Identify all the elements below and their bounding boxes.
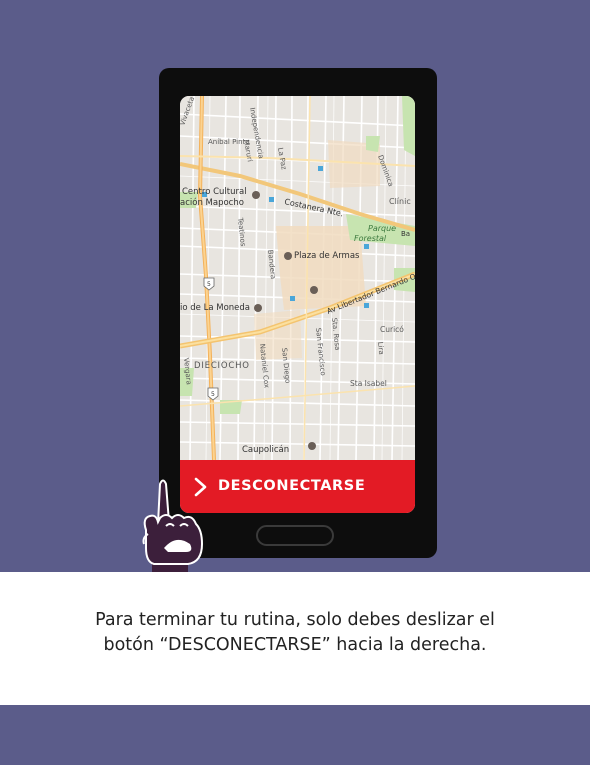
city-map[interactable]: Aníbal Pinto Vivaceta Independencia Maru… [180,96,415,460]
svg-text:Plaza de Armas: Plaza de Armas [294,251,360,261]
svg-text:5: 5 [207,281,211,288]
pointing-hand-icon [142,479,204,574]
svg-text:Parque: Parque [368,224,396,233]
svg-text:ación Mapocho: ación Mapocho [180,197,244,208]
instruction-panel: Para terminar tu rutina, solo debes desl… [0,572,590,705]
svg-text:Ba: Ba [401,230,410,238]
svg-text:Clínic: Clínic [389,197,411,206]
svg-text:Centro Cultural: Centro Cultural [182,187,247,197]
phone-screen: Aníbal Pinto Vivaceta Independencia Maru… [180,96,415,513]
svg-text:Caupolicán: Caupolicán [242,445,289,455]
disconnect-label: DESCONECTARSE [218,478,366,494]
instruction-text: Para terminar tu rutina, solo debes desl… [40,608,550,658]
svg-text:Sta Isabel: Sta Isabel [350,379,387,388]
disconnect-slider-button[interactable]: DESCONECTARSE [180,460,415,513]
svg-text:Forestal: Forestal [354,234,387,243]
footer-band [0,705,590,765]
instruction-line-2: botón “DESCONECTARSE” hacia la derecha. [103,635,487,655]
svg-text:Curicó: Curicó [380,325,404,334]
svg-text:Lira: Lira [376,341,385,355]
svg-text:DIECIOCHO: DIECIOCHO [194,361,250,371]
svg-text:5: 5 [211,391,215,398]
svg-text:io de La Moneda: io de La Moneda [180,303,250,313]
instruction-line-1: Para terminar tu rutina, solo debes desl… [95,610,495,630]
illustration-area: Aníbal Pinto Vivaceta Independencia Maru… [0,0,590,574]
home-button[interactable] [256,525,334,546]
